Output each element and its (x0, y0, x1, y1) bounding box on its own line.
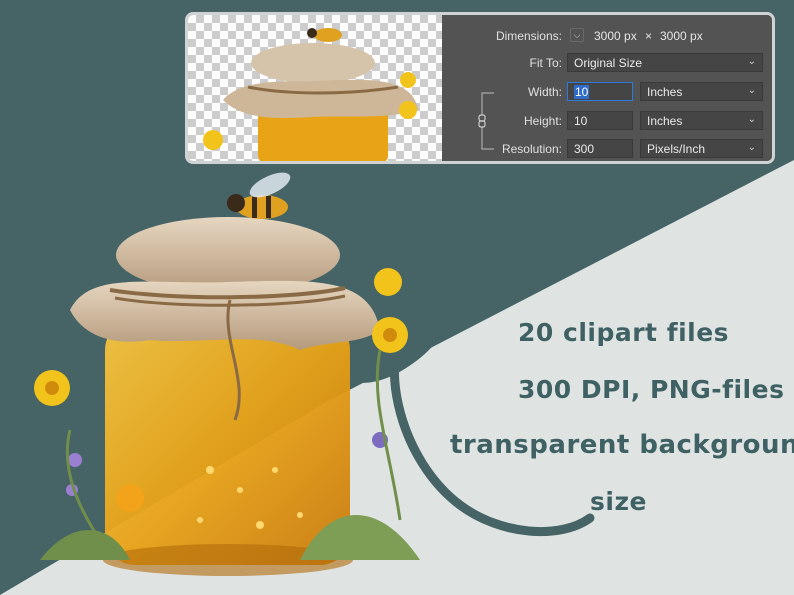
chevron-down-icon: ⌄ (747, 114, 756, 125)
resolution-unit: Pixels/Inch (647, 142, 706, 156)
dimensions-height: 3000 px (660, 29, 703, 43)
width-input[interactable]: 10 (567, 82, 633, 101)
height-unit: Inches (647, 114, 683, 128)
promo-line-size: size (590, 487, 647, 516)
height-unit-select[interactable]: Inches ⌄ (640, 111, 763, 130)
chevron-down-icon: ⌄ (747, 56, 756, 67)
chevron-down-icon: ⌄ (747, 85, 756, 96)
image-size-panel: Dimensions: ⌵ 3000 px × 3000 px Fit To: … (442, 15, 772, 161)
dimensions-times: × (645, 29, 653, 43)
preview-thumbnail (188, 15, 442, 161)
chevron-down-icon: ⌄ (747, 142, 756, 153)
fit-to-value: Original Size (574, 56, 643, 70)
promo-line-dpi: 300 DPI, PNG-files (518, 375, 785, 404)
dimensions-label: Dimensions: (495, 29, 562, 43)
resolution-unit-select[interactable]: Pixels/Inch ⌄ (640, 139, 763, 158)
width-unit-select[interactable]: Inches ⌄ (640, 82, 763, 101)
promo-line-transparent: transparent background (450, 430, 794, 460)
width-label: Width: (527, 85, 562, 99)
resolution-label: Resolution: (501, 142, 562, 156)
width-value: 10 (574, 85, 590, 99)
width-unit: Inches (647, 85, 683, 99)
thumbnail-jar (203, 28, 418, 161)
product-canvas: Dimensions: ⌵ 3000 px × 3000 px Fit To: … (0, 0, 794, 595)
chevron-down-icon[interactable]: ⌵ (570, 28, 584, 42)
image-size-dialog: Dimensions: ⌵ 3000 px × 3000 px Fit To: … (185, 12, 775, 164)
dimensions-width: 3000 px (594, 29, 637, 43)
resolution-input[interactable]: 300 (567, 139, 633, 158)
fit-to-select[interactable]: Original Size ⌄ (567, 53, 763, 72)
promo-line-files: 20 clipart files (518, 318, 730, 347)
resolution-value: 300 (574, 142, 595, 156)
fit-to-label: Fit To: (529, 56, 562, 70)
height-input[interactable]: 10 (567, 111, 633, 130)
height-value: 10 (574, 114, 588, 128)
height-label: Height: (523, 114, 562, 128)
